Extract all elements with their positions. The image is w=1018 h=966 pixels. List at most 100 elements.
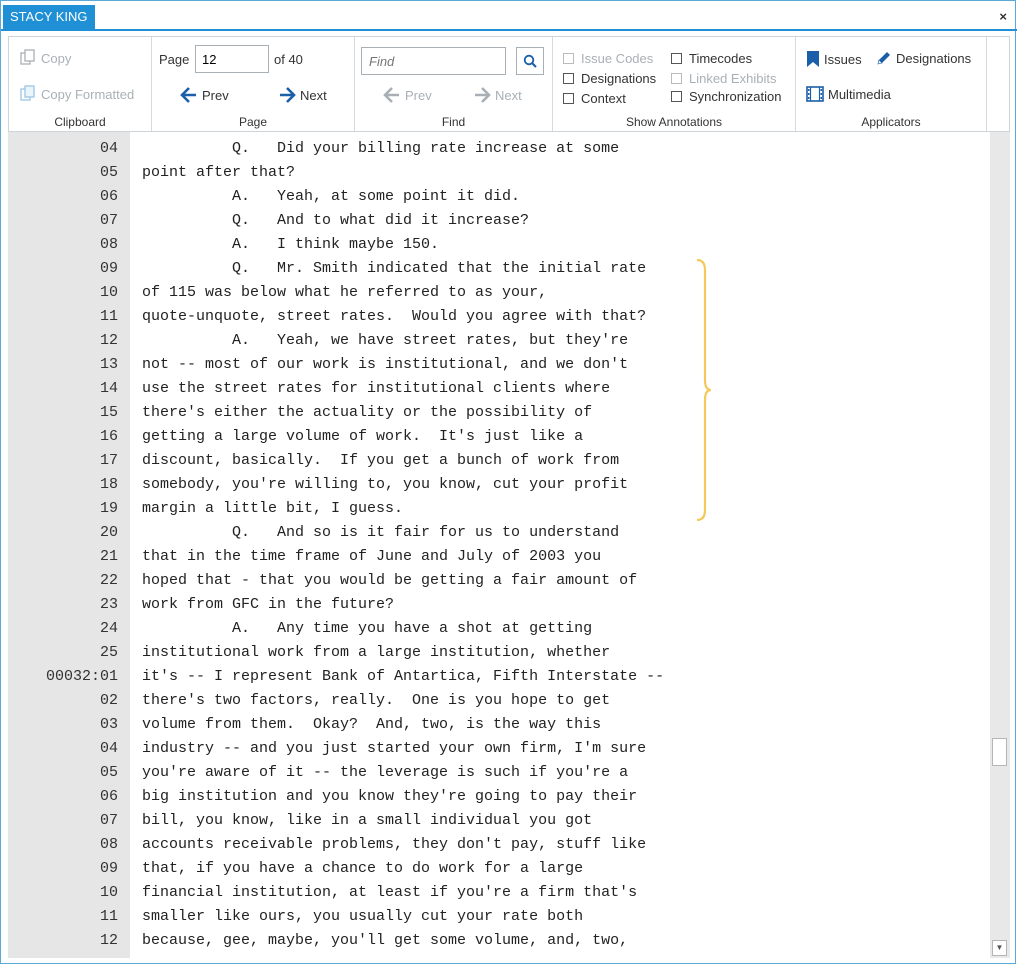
find-group: Prev Next Find: [355, 37, 553, 131]
find-input[interactable]: [361, 47, 506, 75]
applicators-group-label: Applicators: [861, 115, 921, 129]
transcript-line[interactable]: 09 Q. Mr. Smith indicated that the initi…: [8, 257, 708, 281]
copy-label: Copy: [41, 50, 72, 66]
transcript-line[interactable]: 14 use the street rates for institutional…: [8, 377, 708, 401]
transcript-line[interactable]: 10 of 115 was below what he referred to a…: [8, 281, 708, 305]
checkbox-box: [563, 53, 574, 64]
annotations-group-label: Show Annotations: [625, 115, 723, 129]
transcript-line[interactable]: 07 Q. And to what did it increase?: [8, 209, 708, 233]
page-next-label: Next: [300, 87, 327, 103]
transcript-line[interactable]: 11 smaller like ours, you usually cut you…: [8, 905, 708, 929]
page-group: Page of 40 Prev Next Page: [152, 37, 355, 131]
copy-button[interactable]: Copy: [19, 49, 71, 67]
transcript-line[interactable]: 05 you're aware of it -- the leverage is …: [8, 761, 708, 785]
line-number: 16: [99, 428, 118, 445]
line-number: 06: [99, 788, 118, 805]
linked-exhibits-checkbox[interactable]: Linked Exhibits: [671, 71, 776, 86]
line-number: 13: [99, 356, 118, 373]
issues-button[interactable]: Issues: [806, 50, 862, 68]
designations-button[interactable]: Designations: [876, 50, 971, 66]
line-text: Q. Mr. Smith indicated that the initial …: [142, 260, 647, 277]
transcript-line[interactable]: 10 financial institution, at least if you…: [8, 881, 708, 905]
arrow-left-icon: [383, 87, 399, 103]
transcript-line[interactable]: 09 that, if you have a chance to do work …: [8, 857, 708, 881]
ribbon-toolbar: Copy Copy Formatted Clipboard Page of 40…: [8, 36, 1010, 132]
transcript-line[interactable]: 02 there's two factors, really. One is yo…: [8, 689, 708, 713]
line-number: 10: [99, 884, 118, 901]
context-label: Context: [581, 91, 626, 106]
transcript-viewer[interactable]: 04 Q. Did your billing rate increase at …: [8, 132, 990, 958]
copy-formatted-button[interactable]: Copy Formatted: [19, 85, 134, 103]
transcript-line[interactable]: 06 big institution and you know they're g…: [8, 785, 708, 809]
issue-codes-label: Issue Codes: [581, 51, 654, 66]
line-number: 08: [99, 836, 118, 853]
transcript-line[interactable]: 22 hoped that - that you would be getting…: [8, 569, 708, 593]
transcript-line[interactable]: 19 margin a little bit, I guess.: [8, 497, 708, 521]
line-text: not -- most of our work is institutional…: [142, 356, 629, 373]
transcript-line[interactable]: 05 point after that?: [8, 161, 708, 185]
find-next-button[interactable]: Next: [473, 86, 522, 104]
transcript-line[interactable]: 23 work from GFC in the future?: [8, 593, 708, 617]
transcript-line[interactable]: 12 because, gee, maybe, you'll get some v…: [8, 929, 708, 953]
transcript-line[interactable]: 15 there's either the actuality or the po…: [8, 401, 708, 425]
transcript-line[interactable]: 03 volume from them. Okay? And, two, is t…: [8, 713, 708, 737]
close-button[interactable]: ×: [999, 9, 1007, 24]
checkbox-box: [563, 73, 574, 84]
transcript-line[interactable]: 08 A. I think maybe 150.: [8, 233, 708, 257]
transcript-line[interactable]: 07 bill, you know, like in a small indivi…: [8, 809, 708, 833]
line-text: A. Any time you have a shot at getting: [142, 620, 593, 637]
synchronization-checkbox[interactable]: Synchronization: [671, 89, 782, 104]
line-text: there's two factors, really. One is you …: [142, 692, 611, 709]
scrollbar-thumb[interactable]: [992, 738, 1007, 766]
transcript-line[interactable]: 04 Q. Did your billing rate increase at …: [8, 137, 708, 161]
page-number-input[interactable]: [195, 45, 269, 73]
transcript-line[interactable]: 06 A. Yeah, at some point it did.: [8, 185, 708, 209]
transcript-line[interactable]: 00032:01 it's -- I represent Bank of Anta…: [8, 665, 708, 689]
transcript-line[interactable]: 13 not -- most of our work is institution…: [8, 353, 708, 377]
line-text: financial institution, at least if you'r…: [142, 884, 638, 901]
find-prev-button[interactable]: Prev: [383, 86, 432, 104]
page-next-button[interactable]: Next: [278, 86, 327, 104]
line-number: 09: [99, 860, 118, 877]
transcript-line[interactable]: 16 getting a large volume of work. It's j…: [8, 425, 708, 449]
annotations-group: Issue Codes Designations Context Timecod…: [553, 37, 796, 131]
copy-icon: [20, 49, 35, 65]
window-title-tab[interactable]: STACY KING: [3, 5, 95, 29]
arrow-left-icon: [180, 87, 196, 103]
line-text: getting a large volume of work. It's jus…: [142, 428, 584, 445]
transcript-line[interactable]: 20 Q. And so is it fair for us to unders…: [8, 521, 708, 545]
designations-checkbox[interactable]: Designations: [563, 71, 656, 86]
vertical-scrollbar[interactable]: ▼: [990, 132, 1010, 958]
issues-label: Issues: [824, 51, 862, 67]
transcript-line[interactable]: 12 A. Yeah, we have street rates, but th…: [8, 329, 708, 353]
transcript-line[interactable]: 18 somebody, you're willing to, you know,…: [8, 473, 708, 497]
multimedia-button[interactable]: Multimedia: [806, 86, 891, 102]
line-text: accounts receivable problems, they don't…: [142, 836, 647, 853]
timecodes-checkbox[interactable]: Timecodes: [671, 51, 752, 66]
transcript-line[interactable]: 08 accounts receivable problems, they don…: [8, 833, 708, 857]
transcript-line[interactable]: 25 institutional work from a large instit…: [8, 641, 708, 665]
issue-codes-checkbox[interactable]: Issue Codes: [563, 51, 653, 66]
transcript-line[interactable]: 24 A. Any time you have a shot at gettin…: [8, 617, 708, 641]
line-number: 08: [99, 236, 118, 253]
line-number: 17: [99, 452, 118, 469]
transcript-line[interactable]: 11 quote-unquote, street rates. Would you…: [8, 305, 708, 329]
transcript-line[interactable]: 04 industry -- and you just started your …: [8, 737, 708, 761]
transcript-line[interactable]: 17 discount, basically. If you get a bunc…: [8, 449, 708, 473]
line-text: point after that?: [142, 164, 296, 181]
line-number: 05: [99, 164, 118, 181]
context-checkbox[interactable]: Context: [563, 91, 626, 106]
find-search-button[interactable]: [516, 47, 544, 75]
line-number: 02: [99, 692, 118, 709]
line-text: A. I think maybe 150.: [142, 236, 440, 253]
line-number: 05: [99, 764, 118, 781]
page-prev-button[interactable]: Prev: [180, 86, 229, 104]
clipboard-group: Copy Copy Formatted Clipboard: [9, 37, 152, 131]
line-text: A. Yeah, we have street rates, but they'…: [142, 332, 629, 349]
transcript-line[interactable]: 21 that in the time frame of June and Jul…: [8, 545, 708, 569]
line-text: quote-unquote, street rates. Would you a…: [142, 308, 647, 325]
scroll-down-button[interactable]: ▼: [992, 940, 1007, 956]
designation-bracket[interactable]: [694, 258, 714, 522]
line-number: 25: [99, 644, 118, 661]
synchronization-label: Synchronization: [689, 89, 782, 104]
